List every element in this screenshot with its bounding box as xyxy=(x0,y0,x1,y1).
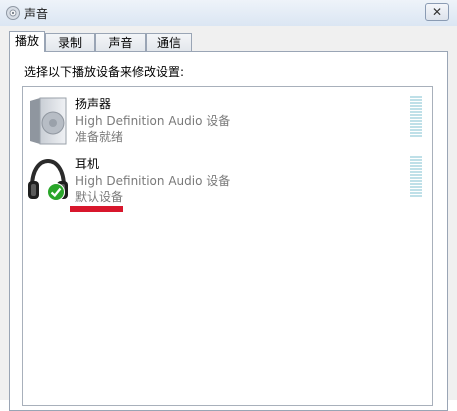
speaker-icon xyxy=(6,6,20,20)
volume-meter xyxy=(410,156,422,200)
tab-recording[interactable]: 录制 xyxy=(45,33,95,51)
tab-label: 通信 xyxy=(156,36,181,50)
title-bar: 声音 ✕ xyxy=(0,0,457,26)
device-status: 默认设备 xyxy=(75,190,124,204)
tab-label: 录制 xyxy=(57,36,82,50)
device-description: High Definition Audio 设备 xyxy=(75,114,231,128)
device-item-headphones[interactable]: 耳机 High Definition Audio 设备 默认设备 xyxy=(23,151,432,211)
close-button[interactable]: ✕ xyxy=(425,3,449,21)
speaker-device-icon xyxy=(30,97,67,145)
tab-label: 播放 xyxy=(14,34,39,48)
volume-meter xyxy=(410,96,422,140)
annotation-underline xyxy=(70,206,123,212)
device-name: 耳机 xyxy=(75,157,100,171)
device-list[interactable]: 扬声器 High Definition Audio 设备 准备就绪 耳机 Hig… xyxy=(22,86,433,406)
instruction-label: 选择以下播放设备来修改设置: xyxy=(24,65,185,79)
tab-playback[interactable]: 播放 xyxy=(9,31,45,52)
tab-communications[interactable]: 通信 xyxy=(146,33,192,51)
tab-label: 声音 xyxy=(108,36,133,50)
window-title: 声音 xyxy=(24,7,49,21)
device-status: 准备就绪 xyxy=(75,130,124,144)
default-check-icon xyxy=(47,183,65,201)
device-item-speakers[interactable]: 扬声器 High Definition Audio 设备 准备就绪 xyxy=(23,91,432,151)
close-icon: ✕ xyxy=(431,5,443,19)
tab-sounds[interactable]: 声音 xyxy=(95,33,146,51)
device-name: 扬声器 xyxy=(75,97,112,111)
device-description: High Definition Audio 设备 xyxy=(75,174,231,188)
